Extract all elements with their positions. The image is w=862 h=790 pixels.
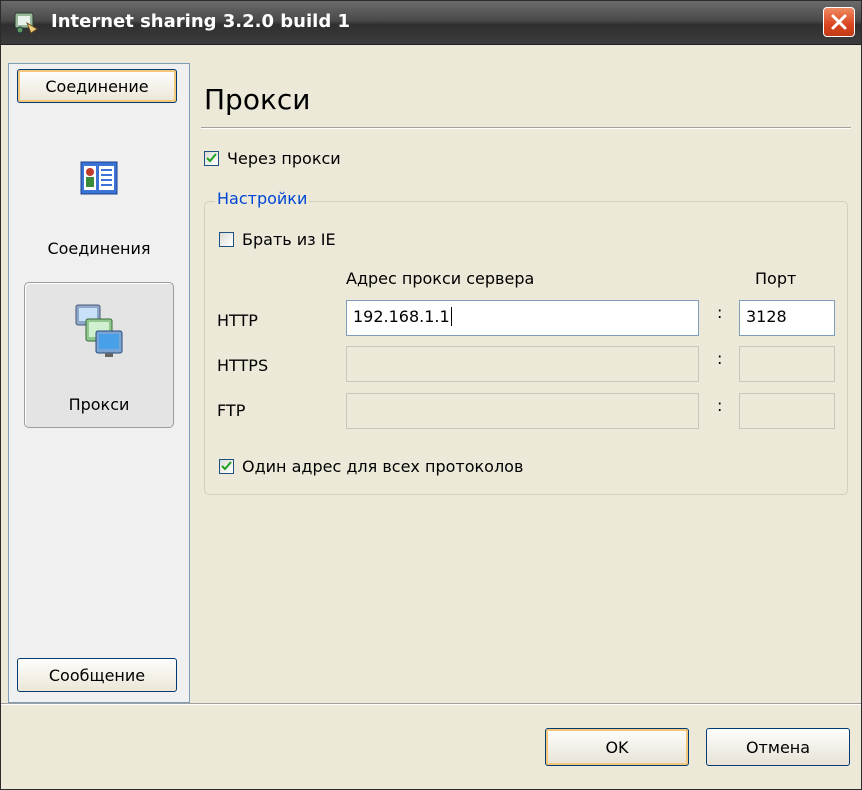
http-address-value: 192.168.1.1 [353, 307, 450, 326]
app-icon [14, 12, 38, 34]
sidebar-header-button[interactable]: Соединение [17, 69, 177, 103]
https-address-input[interactable] [346, 346, 699, 382]
title-bar[interactable]: Internet sharing 3.2.0 build 1 [1, 1, 861, 45]
footer-divider [1, 703, 861, 705]
http-address-input[interactable]: 192.168.1.1​ [346, 300, 699, 336]
use-proxy-checkbox[interactable] [204, 151, 219, 166]
cancel-button[interactable]: Отмена [706, 728, 850, 766]
ftp-address-input[interactable] [346, 393, 699, 429]
settings-group-title: Настройки [215, 189, 310, 208]
sidebar-footer-button[interactable]: Сообщение [17, 658, 177, 692]
contacts-card-icon [80, 161, 118, 195]
sidebar-item-proxy[interactable]: Прокси [24, 282, 174, 428]
title-divider [201, 127, 851, 129]
page-title: Прокси [204, 83, 311, 116]
ftp-label: FTP [217, 401, 246, 420]
checkmark-icon [206, 153, 217, 163]
window-title: Internet sharing 3.2.0 build 1 [51, 11, 351, 32]
close-icon [831, 14, 847, 30]
http-colon: : [717, 303, 723, 322]
https-label: HTTPS [217, 356, 269, 375]
https-colon: : [717, 349, 723, 368]
sidebar-item-connections[interactable]: Соединения [24, 149, 174, 295]
ftp-colon: : [717, 396, 723, 415]
sidebar-item-label: Соединения [47, 239, 151, 258]
sidebar-item-label: Прокси [68, 395, 130, 414]
same-for-all-checkbox[interactable] [219, 459, 234, 474]
http-label: HTTP [217, 311, 258, 330]
sidebar: Соединение Соединения Прокси Сообщение [8, 63, 190, 703]
ftp-port-input[interactable] [739, 393, 835, 429]
same-for-all-label[interactable]: Один адрес для всех протоколов [242, 457, 523, 476]
text-cursor: ​ [450, 307, 452, 326]
dialog-window: Internet sharing 3.2.0 build 1 Соединени… [0, 0, 862, 790]
from-ie-label[interactable]: Брать из IE [242, 230, 336, 249]
http-port-input[interactable]: 3128 [739, 300, 835, 336]
checkmark-icon [221, 461, 232, 471]
from-ie-checkbox[interactable] [219, 232, 234, 247]
network-computers-icon [75, 304, 123, 357]
address-column-header: Адрес прокси сервера [346, 269, 535, 288]
ok-button[interactable]: OK [545, 728, 689, 766]
close-button[interactable] [823, 7, 855, 37]
https-port-input[interactable] [739, 346, 835, 382]
port-column-header: Порт [755, 269, 797, 288]
use-proxy-label[interactable]: Через прокси [227, 149, 341, 168]
